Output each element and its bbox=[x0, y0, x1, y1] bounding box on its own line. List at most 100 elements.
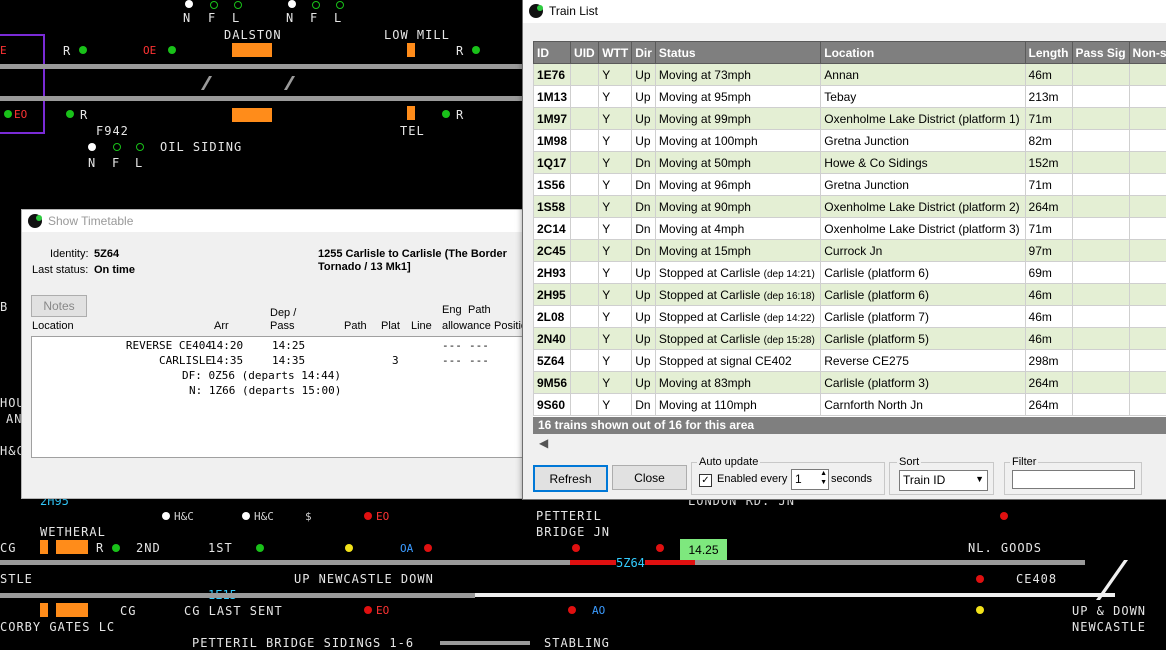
header-id[interactable]: ID bbox=[534, 42, 571, 64]
service-consist: Tornado / 13 Mk1] bbox=[318, 261, 411, 273]
status-text: Moving at 73mph bbox=[659, 68, 751, 82]
header-wtt[interactable]: WTT bbox=[599, 42, 632, 64]
signal-label-r: R bbox=[96, 541, 104, 555]
row-location: CARLISLE bbox=[159, 354, 212, 367]
interval-spinner[interactable]: 1 ▲ ▼ bbox=[791, 469, 829, 490]
spin-up-icon[interactable]: ▲ bbox=[820, 470, 827, 477]
table-row[interactable]: 2H93YUpStopped at Carlisle (dep 14:21)Ca… bbox=[534, 262, 1166, 284]
cell-wtt: Y bbox=[599, 350, 632, 372]
table-row[interactable]: 1S58YDnMoving at 90mphOxenholme Lake Dis… bbox=[534, 196, 1166, 218]
table-row[interactable]: 2C14YDnMoving at 4mphOxenholme Lake Dist… bbox=[534, 218, 1166, 240]
table-row[interactable]: 2C45YDnMoving at 15mphCurrock Jn97m bbox=[534, 240, 1166, 262]
signal-label-r: R bbox=[80, 108, 88, 122]
table-row[interactable]: 1Q17YDnMoving at 50mphHowe & Co Sidings1… bbox=[534, 152, 1166, 174]
table-row[interactable]: 5Z64YUpStopped at signal CE402Reverse CE… bbox=[534, 350, 1166, 372]
close-button[interactable]: Close bbox=[612, 465, 687, 490]
nfl-label-f: F bbox=[310, 11, 318, 25]
label-hc-1: H&C bbox=[174, 510, 194, 523]
cell-location: Oxenholme Lake District (platform 3) bbox=[821, 218, 1025, 240]
sort-dropdown[interactable]: Train ID ▼ bbox=[899, 470, 988, 491]
cell-location: Carlisle (platform 6) bbox=[821, 262, 1025, 284]
cell-id: 5Z64 bbox=[534, 350, 571, 372]
cell-status: Moving at 110mph bbox=[655, 394, 820, 416]
table-row[interactable]: 1S56YDnMoving at 96mphGretna Junction71m bbox=[534, 174, 1166, 196]
table-row[interactable]: 1M98YUpMoving at 100mphGretna Junction82… bbox=[534, 130, 1166, 152]
train-list-titlebar[interactable]: Train List bbox=[523, 0, 1166, 23]
cell-pass-sig bbox=[1072, 174, 1129, 196]
timetable-grid[interactable]: REVERSE CE404 14:20 14:25 --- --- CARLIS… bbox=[31, 336, 533, 458]
cell-location: Oxenholme Lake District (platform 1) bbox=[821, 108, 1025, 130]
status-text: Moving at 96mph bbox=[659, 178, 751, 192]
filter-label: Filter bbox=[1010, 456, 1038, 468]
nfl-label-l: L bbox=[334, 11, 342, 25]
status-text: Moving at 90mph bbox=[659, 200, 751, 214]
seconds-label: seconds bbox=[831, 473, 872, 485]
cell-length: 46m bbox=[1025, 64, 1072, 86]
cell-length: 213m bbox=[1025, 86, 1072, 108]
horizontal-scrollbar[interactable]: ◀ bbox=[533, 435, 1166, 452]
platform-dalston-down bbox=[232, 108, 272, 122]
cell-uid bbox=[571, 130, 599, 152]
header-status[interactable]: Status bbox=[655, 42, 820, 64]
row-path: --- bbox=[469, 354, 489, 367]
row-path: --- bbox=[469, 339, 489, 352]
header-uid[interactable]: UID bbox=[571, 42, 599, 64]
scroll-left-icon[interactable]: ◀ bbox=[539, 436, 548, 450]
header-dir[interactable]: Dir bbox=[632, 42, 656, 64]
cell-id: 1M98 bbox=[534, 130, 571, 152]
signal-label-r: R bbox=[456, 108, 464, 122]
cell-id: 1S56 bbox=[534, 174, 571, 196]
signal-aspect-red bbox=[656, 544, 664, 552]
header-location[interactable]: Location bbox=[821, 42, 1025, 64]
cell-location: Carnforth North Jn bbox=[821, 394, 1025, 416]
cell-uid bbox=[571, 394, 599, 416]
table-row[interactable]: 2H95YUpStopped at Carlisle (dep 16:18)Ca… bbox=[534, 284, 1166, 306]
station-label-low-mill: LOW MILL bbox=[384, 28, 450, 42]
sort-label: Sort bbox=[897, 456, 921, 468]
status-text: Stopped at signal CE402 bbox=[659, 354, 792, 368]
cell-uid bbox=[571, 196, 599, 218]
cell-pass-sig bbox=[1072, 64, 1129, 86]
signal-aspect-green bbox=[136, 143, 144, 151]
train-list-window: Train List ID UID WTT Dir Status Locatio… bbox=[522, 0, 1166, 500]
table-row[interactable]: 1E76YUpMoving at 73mphAnnan46m bbox=[534, 64, 1166, 86]
cell-id: 2L08 bbox=[534, 306, 571, 328]
cell-uid bbox=[571, 284, 599, 306]
table-row[interactable]: 9M56YUpMoving at 83mphCarlisle (platform… bbox=[534, 372, 1166, 394]
cell-dir: Dn bbox=[632, 196, 656, 218]
cell-id: 1M13 bbox=[534, 86, 571, 108]
timetable-titlebar[interactable]: Show Timetable bbox=[22, 210, 532, 232]
table-row[interactable]: 9S60YDnMoving at 110mphCarnforth North J… bbox=[534, 394, 1166, 416]
app-icon bbox=[28, 214, 42, 228]
row-note: N: 1Z66 (departs 15:00) bbox=[189, 384, 341, 397]
notes-button[interactable]: Notes bbox=[31, 295, 87, 317]
header-non-stop[interactable]: Non-s bbox=[1129, 42, 1166, 64]
header-pass-sig[interactable]: Pass Sig bbox=[1072, 42, 1129, 64]
refresh-button[interactable]: Refresh bbox=[533, 465, 608, 492]
cell-wtt: Y bbox=[599, 240, 632, 262]
table-row[interactable]: 2N40YUpStopped at Carlisle (dep 15:28)Ca… bbox=[534, 328, 1166, 350]
service-description: 1255 Carlisle to Carlisle (The Border bbox=[318, 248, 507, 260]
location-label-oil-siding: OIL SIDING bbox=[160, 140, 242, 154]
cell-id: 9M56 bbox=[534, 372, 571, 394]
label-b: B bbox=[0, 300, 8, 314]
signal-aspect-red bbox=[568, 606, 576, 614]
app-icon bbox=[529, 4, 543, 18]
signal-label-oa: OA bbox=[400, 542, 413, 555]
train-list-grid[interactable]: ID UID WTT Dir Status Location Length Pa… bbox=[533, 41, 1166, 434]
spin-down-icon[interactable]: ▼ bbox=[820, 479, 827, 486]
signal-aspect-green bbox=[472, 46, 480, 54]
table-row[interactable]: 1M97YUpMoving at 99mphOxenholme Lake Dis… bbox=[534, 108, 1166, 130]
table-row[interactable]: 2L08YUpStopped at Carlisle (dep 14:22)Ca… bbox=[534, 306, 1166, 328]
cell-id: 9S60 bbox=[534, 394, 571, 416]
cell-non-stop bbox=[1129, 262, 1166, 284]
signal-aspect-green bbox=[312, 1, 320, 9]
status-text: Stopped at Carlisle bbox=[659, 288, 760, 302]
auto-update-checkbox[interactable]: ✓ bbox=[699, 474, 712, 487]
filter-input[interactable] bbox=[1012, 470, 1135, 489]
header-length[interactable]: Length bbox=[1025, 42, 1072, 64]
cell-uid bbox=[571, 86, 599, 108]
table-row[interactable]: 1M13YUpMoving at 95mphTebay213m bbox=[534, 86, 1166, 108]
identity-value: 5Z64 bbox=[94, 248, 119, 260]
cell-uid bbox=[571, 372, 599, 394]
